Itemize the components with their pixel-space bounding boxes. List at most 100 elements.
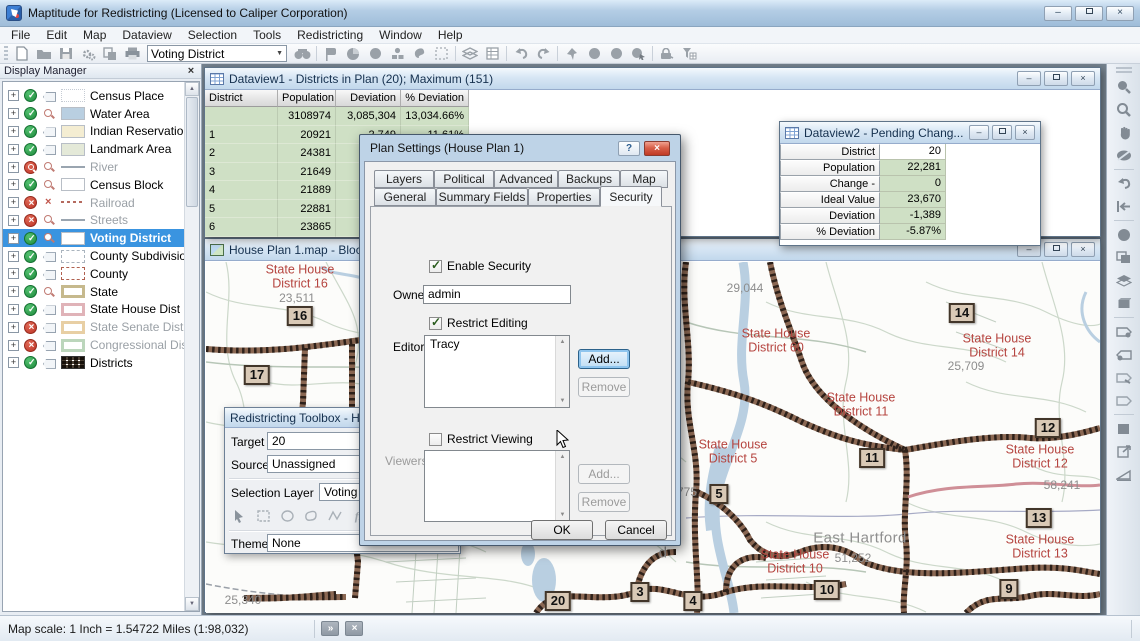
- print-icon[interactable]: [121, 45, 143, 63]
- editors-add-button[interactable]: Add...: [578, 349, 630, 369]
- select-circle-icon[interactable]: [1112, 223, 1136, 246]
- visibility-off-icon[interactable]: [24, 339, 37, 352]
- select-polyline-icon[interactable]: [325, 507, 345, 525]
- cell-deviation[interactable]: 3,085,304: [336, 107, 401, 126]
- menu-map[interactable]: Map: [76, 27, 113, 43]
- close-button[interactable]: ×: [1106, 6, 1134, 21]
- layer-row-congressional-dist[interactable]: +Congressional Dist: [3, 336, 184, 354]
- layer-row-state-senate-dist[interactable]: +State Senate Dist: [3, 318, 184, 336]
- label-off-icon[interactable]: [42, 197, 56, 209]
- select-pointer-icon[interactable]: [627, 45, 649, 63]
- editors-remove-button[interactable]: Remove: [578, 377, 630, 397]
- clip-tool-icon[interactable]: [1112, 366, 1136, 389]
- menu-tools[interactable]: Tools: [246, 27, 288, 43]
- buffer-icon[interactable]: [583, 45, 605, 63]
- enable-security-checkbox[interactable]: [429, 260, 442, 273]
- dataview1-restore-button[interactable]: [1044, 71, 1068, 86]
- paint-icon[interactable]: [408, 45, 430, 63]
- visibility-on-icon[interactable]: [24, 285, 37, 298]
- visibility-on-icon[interactable]: [24, 89, 37, 102]
- visibility-scale-icon[interactable]: [24, 161, 37, 174]
- select-rectangle-icon[interactable]: [253, 507, 273, 525]
- dataview-icon[interactable]: [481, 45, 503, 63]
- autoscale-magnifier-icon[interactable]: [42, 179, 56, 191]
- expand-icon[interactable]: +: [8, 268, 19, 279]
- menu-edit[interactable]: Edit: [39, 27, 74, 43]
- expand-icon[interactable]: +: [8, 322, 19, 333]
- dataview2-minimize-button[interactable]: –: [969, 125, 989, 140]
- layer-swatch[interactable]: [61, 214, 85, 227]
- t tab-advanced[interactable]: Advanced: [494, 170, 558, 188]
- cell-district[interactable]: 1: [205, 126, 278, 145]
- tab-summary-fields[interactable]: Summary Fields: [436, 188, 528, 206]
- autoscale-magnifier-icon[interactable]: [42, 108, 56, 120]
- layer-row-state-house-dist[interactable]: +State House Dist: [3, 301, 184, 319]
- expand-icon[interactable]: +: [8, 357, 19, 368]
- cell-population[interactable]: 20921: [278, 126, 336, 145]
- new-document-icon[interactable]: [11, 45, 33, 63]
- copy-map-icon[interactable]: [1112, 246, 1136, 269]
- label-tag-icon[interactable]: [42, 143, 56, 155]
- layer-swatch[interactable]: [61, 250, 85, 263]
- help-button[interactable]: ?: [618, 141, 640, 156]
- menu-window[interactable]: Window: [372, 27, 429, 43]
- layer-row-voting-district[interactable]: +Voting District: [3, 229, 184, 247]
- cell-value[interactable]: -5.87%: [880, 224, 946, 240]
- info-tag-icon[interactable]: [1112, 320, 1136, 343]
- layer-swatch[interactable]: [61, 321, 85, 334]
- expand-icon[interactable]: +: [8, 251, 19, 262]
- scroll-down-icon[interactable]: ▼: [560, 398, 566, 404]
- info-multiple-icon[interactable]: [1112, 343, 1136, 366]
- menu-redistricting[interactable]: Redistricting: [290, 27, 370, 43]
- column-header[interactable]: Population: [278, 90, 336, 107]
- owner-input[interactable]: admin: [423, 285, 571, 304]
- layer-swatch[interactable]: [61, 303, 85, 316]
- label-tag-icon[interactable]: [42, 357, 56, 369]
- label-tag-icon[interactable]: [1112, 389, 1136, 412]
- menu-file[interactable]: File: [4, 27, 37, 43]
- open-icon[interactable]: [33, 45, 55, 63]
- tab-layers[interactable]: Layers: [374, 170, 434, 188]
- panel-close-icon[interactable]: ×: [185, 65, 197, 77]
- visibility-off-icon[interactable]: [24, 196, 37, 209]
- flag-icon[interactable]: [320, 45, 342, 63]
- autoscale-magnifier-icon[interactable]: [42, 232, 56, 244]
- row-header[interactable]: % Deviation: [780, 224, 880, 240]
- select-circle-icon[interactable]: [277, 507, 297, 525]
- layer-row-census-block[interactable]: +Census Block: [3, 176, 184, 194]
- export-map-icon[interactable]: [1112, 440, 1136, 463]
- dataview2-titlebar[interactable]: Dataview2 - Pending Chang... – ×: [780, 122, 1040, 144]
- undo-icon[interactable]: [510, 45, 532, 63]
- cell-value[interactable]: 23,670: [880, 192, 946, 208]
- restrict-viewing-checkbox[interactable]: [429, 433, 442, 446]
- editors-scrollbar[interactable]: ▲▼: [555, 336, 569, 407]
- lock-icon[interactable]: [656, 45, 678, 63]
- cell-population[interactable]: 3108974: [278, 107, 336, 126]
- expand-icon[interactable]: +: [8, 197, 19, 208]
- cell-district[interactable]: 2: [205, 144, 278, 163]
- layer-swatch[interactable]: [61, 178, 85, 191]
- cell-district[interactable]: 5: [205, 200, 278, 219]
- layer-swatch[interactable]: [61, 356, 85, 369]
- map-overview-icon[interactable]: [1112, 144, 1136, 167]
- row-header[interactable]: Population: [780, 160, 880, 176]
- layer-swatch[interactable]: [61, 161, 85, 174]
- visibility-on-icon[interactable]: [24, 267, 37, 280]
- tab-security[interactable]: Security: [600, 186, 662, 207]
- visibility-on-icon[interactable]: [24, 178, 37, 191]
- layer-swatch[interactable]: [61, 285, 85, 298]
- cell-population[interactable]: 21889: [278, 181, 336, 200]
- fill-style-icon[interactable]: [1112, 417, 1136, 440]
- dataview2-close-button[interactable]: ×: [1015, 125, 1035, 140]
- layer-swatch[interactable]: [61, 267, 85, 280]
- duplicate-icon[interactable]: [99, 45, 121, 63]
- status-close-button[interactable]: ×: [345, 621, 363, 636]
- dataview2-restore-button[interactable]: [992, 125, 1012, 140]
- label-tag-icon[interactable]: [42, 268, 56, 280]
- row-header[interactable]: District: [780, 144, 880, 160]
- cell-district[interactable]: [205, 107, 278, 126]
- expand-icon[interactable]: +: [8, 162, 19, 173]
- expand-icon[interactable]: +: [8, 215, 19, 226]
- zoom-in-icon[interactable]: [1112, 75, 1136, 98]
- restrict-editing-checkbox[interactable]: [429, 317, 442, 330]
